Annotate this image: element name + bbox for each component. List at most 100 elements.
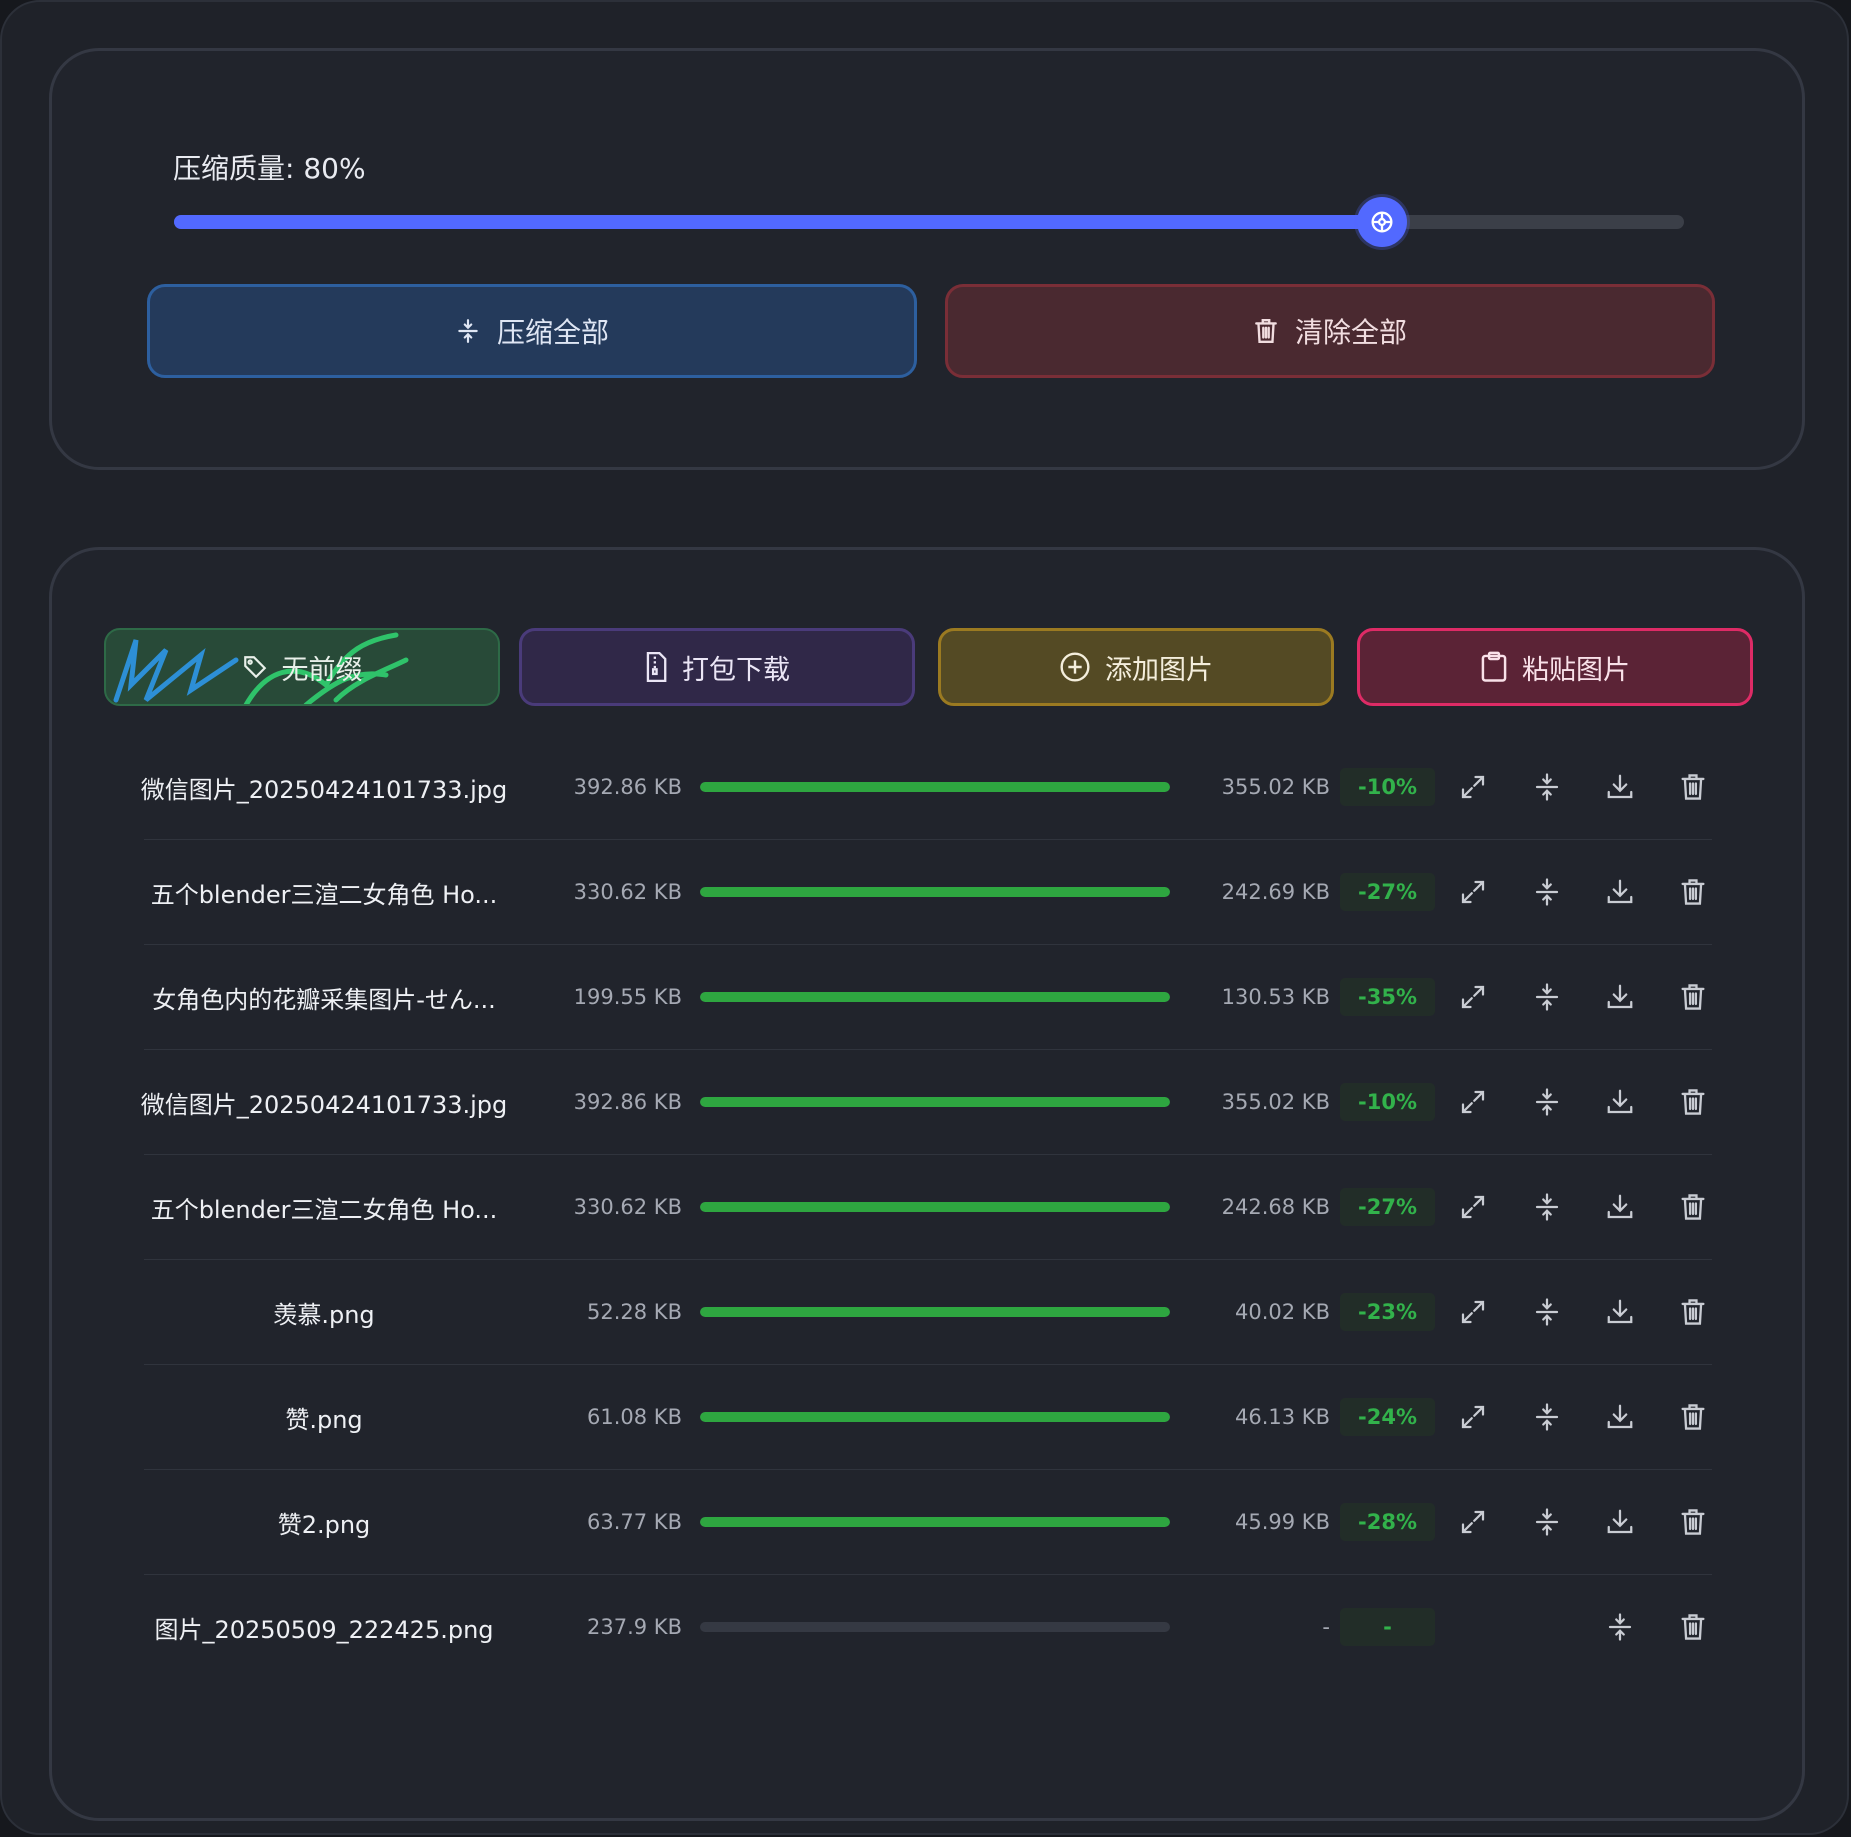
quality-slider[interactable]: [174, 197, 1684, 247]
file-list-panel: 无前缀 打包下载 添加图片 粘贴图片 微信图片_20250424101733.j…: [49, 547, 1805, 1821]
compress-icon: [1532, 1297, 1562, 1327]
download-icon: [1605, 1507, 1635, 1537]
expand-button[interactable]: [1451, 1290, 1495, 1334]
compress-icon: [1532, 1507, 1562, 1537]
compress-button[interactable]: [1525, 1080, 1569, 1124]
trash-icon: [1678, 1402, 1708, 1432]
file-name: 五个blender三渲二女角色 Ho...: [150, 1195, 498, 1224]
trash-button[interactable]: [1671, 870, 1715, 914]
app-window: 压缩质量: 80% 压缩全部 清除全部 无前缀 打包下载 添加图片 粘贴图片 微…: [0, 0, 1849, 1835]
download-button[interactable]: [1598, 1185, 1642, 1229]
download-button[interactable]: [1598, 1290, 1642, 1334]
compress-all-button[interactable]: 压缩全部: [147, 284, 917, 378]
compress-button[interactable]: [1525, 975, 1569, 1019]
download-button[interactable]: [1598, 1080, 1642, 1124]
trash-button[interactable]: [1671, 1080, 1715, 1124]
original-size: 330.62 KB: [573, 880, 682, 904]
trash-button[interactable]: [1671, 975, 1715, 1019]
original-size: 52.28 KB: [587, 1300, 682, 1324]
slider-fill: [174, 215, 1382, 229]
compress-button[interactable]: [1525, 1185, 1569, 1229]
progress-bar: [700, 840, 1170, 944]
zip-file-icon: [646, 652, 667, 682]
progress-fill: [700, 1412, 1170, 1422]
clipboard-icon: [1481, 651, 1507, 682]
compressed-size: 46.13 KB: [1235, 1405, 1330, 1429]
expand-button[interactable]: [1451, 765, 1495, 809]
progress-bar: [700, 735, 1170, 839]
trash-button[interactable]: [1671, 765, 1715, 809]
compress-button[interactable]: [1525, 765, 1569, 809]
slider-thumb[interactable]: [1357, 197, 1407, 247]
add-circle-icon: [1060, 652, 1090, 682]
add-images-button[interactable]: 添加图片: [938, 628, 1334, 706]
progress-fill: [700, 1517, 1170, 1527]
trash-button[interactable]: [1671, 1500, 1715, 1544]
expand-icon: [1458, 1087, 1488, 1117]
ratio-badge: -35%: [1340, 945, 1435, 1049]
compress-button[interactable]: [1525, 1290, 1569, 1334]
ratio-value: -27%: [1340, 873, 1435, 911]
compress-button[interactable]: [1598, 1605, 1642, 1649]
trash-button[interactable]: [1671, 1395, 1715, 1439]
compress-button[interactable]: [1525, 1500, 1569, 1544]
expand-icon: [1458, 1297, 1488, 1327]
progress-bar: [700, 1365, 1170, 1469]
compress-button[interactable]: [1525, 870, 1569, 914]
ratio-value: -23%: [1340, 1293, 1435, 1331]
compress-icon: [1532, 1192, 1562, 1222]
compress-icon: [1532, 982, 1562, 1012]
compressed-size: 355.02 KB: [1221, 775, 1330, 799]
progress-bar: [700, 1050, 1170, 1154]
ratio-badge: -24%: [1340, 1365, 1435, 1469]
expand-icon: [1458, 772, 1488, 802]
expand-button[interactable]: [1451, 975, 1495, 1019]
prefix-button[interactable]: 无前缀: [104, 628, 500, 706]
progress-fill: [700, 992, 1170, 1002]
paste-images-button[interactable]: 粘贴图片: [1357, 628, 1753, 706]
expand-button[interactable]: [1451, 870, 1495, 914]
ratio-value: -27%: [1340, 1188, 1435, 1226]
download-button[interactable]: [1598, 765, 1642, 809]
compress-button[interactable]: [1525, 1395, 1569, 1439]
trash-button[interactable]: [1671, 1290, 1715, 1334]
trash-icon: [1678, 1192, 1708, 1222]
download-button[interactable]: [1598, 1395, 1642, 1439]
trash-icon: [1678, 877, 1708, 907]
expand-button[interactable]: [1451, 1500, 1495, 1544]
paste-images-label: 粘贴图片: [1522, 654, 1630, 686]
download-button[interactable]: [1598, 975, 1642, 1019]
clear-all-label: 清除全部: [1294, 316, 1407, 349]
trash-button[interactable]: [1671, 1185, 1715, 1229]
expand-button[interactable]: [1451, 1395, 1495, 1439]
progress-fill: [700, 1097, 1170, 1107]
ratio-value: -: [1340, 1608, 1435, 1646]
ratio-badge: -23%: [1340, 1260, 1435, 1364]
expand-button[interactable]: [1451, 1080, 1495, 1124]
download-icon: [1605, 982, 1635, 1012]
progress-track: [700, 992, 1170, 1002]
compressed-size: -: [1322, 1615, 1330, 1639]
trash-icon: [1678, 772, 1708, 802]
pack-download-button[interactable]: 打包下载: [519, 628, 915, 706]
file-row: 五个blender三渲二女角色 Ho... 330.62 KB 242.68 KB -…: [144, 1155, 1712, 1260]
progress-track: [700, 887, 1170, 897]
download-icon: [1605, 877, 1635, 907]
download-icon: [1605, 1402, 1635, 1432]
download-button[interactable]: [1598, 1500, 1642, 1544]
trash-icon: [1678, 1507, 1708, 1537]
compress-icon: [1532, 1402, 1562, 1432]
clear-all-button[interactable]: 清除全部: [945, 284, 1715, 378]
trash-button[interactable]: [1671, 1605, 1715, 1649]
expand-button[interactable]: [1451, 1185, 1495, 1229]
ratio-badge: -27%: [1340, 1155, 1435, 1259]
progress-track: [700, 1517, 1170, 1527]
original-size: 199.55 KB: [573, 985, 682, 1009]
download-button[interactable]: [1598, 870, 1642, 914]
progress-track: [700, 1412, 1170, 1422]
expand-icon: [1458, 877, 1488, 907]
trash-icon: [1678, 1297, 1708, 1327]
download-icon: [1605, 1192, 1635, 1222]
add-images-label: 添加图片: [1105, 654, 1213, 686]
file-row: 羡慕.png 52.28 KB 40.02 KB -23%: [144, 1260, 1712, 1365]
